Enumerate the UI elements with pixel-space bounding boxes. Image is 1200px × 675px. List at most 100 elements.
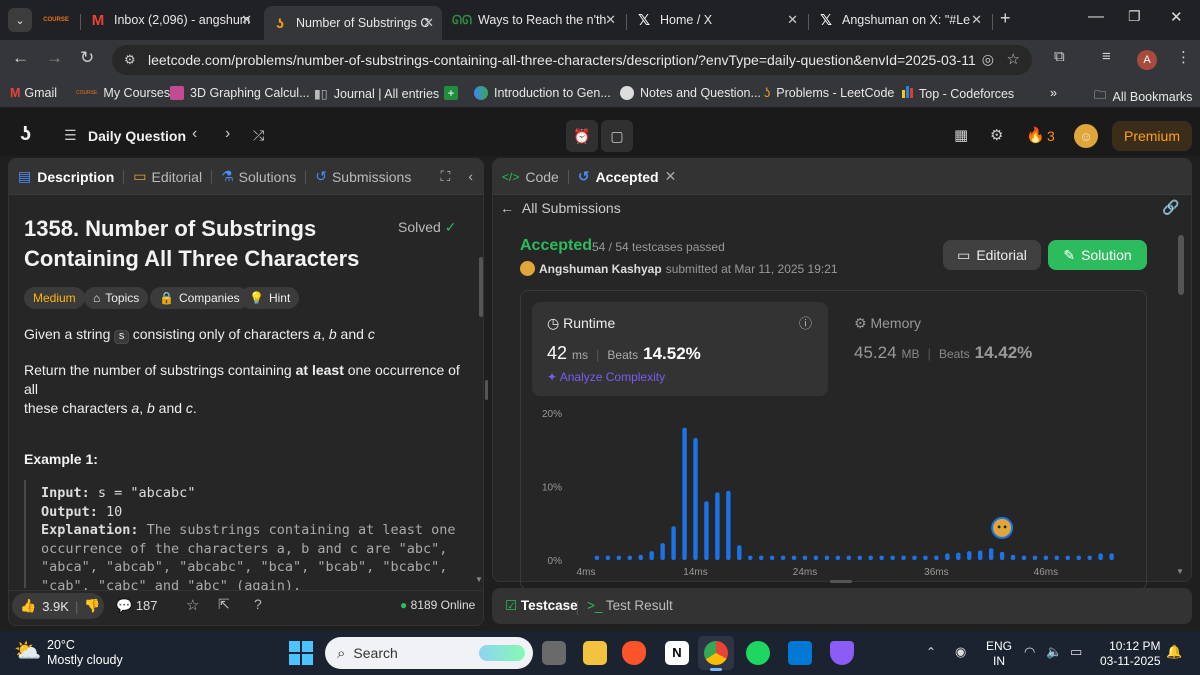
restore-icon[interactable]: ❐: [1128, 8, 1141, 25]
weather-icon[interactable]: ⛅: [14, 638, 41, 664]
bookmark-journal[interactable]: ▮▯ Journal | All entries: [314, 86, 439, 102]
all-submissions-link[interactable]: ← All Submissions: [500, 200, 621, 216]
shuffle-icon[interactable]: ⤮: [253, 127, 264, 144]
profile-avatar[interactable]: A: [1137, 50, 1157, 70]
testcase-tab[interactable]: ☑ Testcase: [505, 598, 578, 614]
extensions-icon[interactable]: ⧉: [1054, 48, 1065, 65]
info-icon[interactable]: ⓘ: [799, 313, 812, 332]
security-icon[interactable]: ◉: [955, 644, 966, 660]
solution-button[interactable]: ✎ Solution: [1048, 240, 1147, 270]
leetcode-logo-icon[interactable]: ʖ: [20, 123, 31, 146]
tab-solutions[interactable]: ⚗ Solutions: [212, 168, 305, 185]
taskbar-search[interactable]: ⌕ Search: [325, 637, 533, 669]
thumbs-down-icon[interactable]: 👎: [84, 598, 100, 614]
forward-arrow-icon[interactable]: →: [46, 48, 63, 68]
close-tab-icon[interactable]: ✕: [665, 168, 677, 185]
new-tab-icon[interactable]: +: [1000, 8, 1011, 29]
bookmark-my-courses[interactable]: COURSE My Courses: [76, 86, 170, 100]
brave-icon[interactable]: [622, 641, 646, 665]
notion-icon[interactable]: N: [665, 641, 689, 665]
tab-submissions[interactable]: ↺ Submissions: [306, 168, 420, 185]
chrome-icon[interactable]: [704, 641, 728, 665]
console-resize-handle[interactable]: [830, 580, 852, 583]
windows-start-icon[interactable]: [289, 641, 313, 665]
link-icon[interactable]: 🔗: [1162, 199, 1179, 216]
browser-tab-coursera[interactable]: COURSE: [40, 6, 80, 34]
next-problem-icon[interactable]: ›: [225, 125, 230, 143]
bookmark-intro-gen[interactable]: Introduction to Gen...: [474, 86, 611, 100]
volume-icon[interactable]: 🔈: [1046, 644, 1062, 660]
scrollbar-thumb[interactable]: [479, 257, 483, 317]
battery-icon[interactable]: ▭: [1070, 644, 1082, 660]
task-view-icon[interactable]: [542, 641, 566, 665]
tab-editorial[interactable]: ▭ Editorial: [124, 168, 211, 185]
gear-icon[interactable]: ⚙: [990, 126, 1003, 144]
browser-tab-x-home[interactable]: 𝕏 Home / X ✕: [628, 6, 806, 34]
panel-resize-handle[interactable]: [485, 380, 488, 400]
url-bar[interactable]: ⚙ leetcode.com/problems/number-of-substr…: [112, 45, 1032, 75]
reload-icon[interactable]: ↻: [80, 48, 94, 68]
language-indicator[interactable]: ENG IN: [986, 639, 1012, 669]
file-explorer-icon[interactable]: [583, 641, 607, 665]
tab-accepted[interactable]: ↺ Accepted ✕: [569, 168, 686, 185]
weather-widget[interactable]: 20°C Mostly cloudy: [47, 638, 123, 668]
bookmark-codeforces[interactable]: Top - Codeforces: [902, 86, 1014, 101]
comments-button[interactable]: 💬 187: [116, 598, 158, 614]
app-icon[interactable]: [830, 641, 854, 665]
browser-tab-gmail[interactable]: M Inbox (2,096) - angshum ✕: [82, 6, 260, 34]
premium-button[interactable]: Premium: [1112, 121, 1192, 151]
notifications-icon[interactable]: 🔔: [1166, 644, 1182, 660]
bookmark-plus[interactable]: +: [444, 86, 464, 100]
clock[interactable]: 10:12 PM 03-11-2025: [1100, 639, 1161, 669]
thumbs-up-icon[interactable]: 👍: [20, 598, 36, 614]
topics-tag[interactable]: ⌂ Topics: [84, 287, 149, 309]
minimize-icon[interactable]: —: [1088, 8, 1104, 26]
user-avatar[interactable]: ☺: [1074, 124, 1098, 148]
expand-icon[interactable]: ⛶: [441, 168, 451, 185]
tray-overflow-icon[interactable]: ⌃: [926, 645, 936, 659]
browser-tab-x-post[interactable]: 𝕏 Angshuman on X: "#Le ✕: [810, 6, 990, 34]
fire-streak-icon[interactable]: 🔥: [1026, 126, 1045, 144]
editorial-button[interactable]: ▭ Editorial: [943, 240, 1041, 270]
bookmark-notes[interactable]: Notes and Question...: [620, 86, 761, 100]
browser-tab-gfg[interactable]: ᘏᘏ Ways to Reach the n'th ✕: [446, 6, 624, 34]
vscode-icon[interactable]: [788, 641, 812, 665]
bookmarks-overflow[interactable]: »: [1050, 86, 1057, 100]
bookmark-desmos[interactable]: 3D Graphing Calcul...: [170, 86, 310, 100]
companies-tag[interactable]: 🔒 Companies: [150, 287, 249, 309]
close-tab-icon[interactable]: ✕: [971, 12, 982, 28]
daily-question-link[interactable]: Daily Question: [88, 128, 186, 144]
back-arrow-icon[interactable]: ←: [12, 48, 29, 68]
spotify-icon[interactable]: [746, 641, 770, 665]
window-close-icon[interactable]: ✕: [1170, 8, 1183, 26]
tab-search-chevron-icon[interactable]: ⌄: [8, 8, 32, 32]
submitter-name[interactable]: Angshuman Kashyap: [539, 262, 662, 276]
favorite-star-icon[interactable]: ☆: [186, 596, 199, 614]
tab-description[interactable]: ▤ Description: [9, 168, 123, 185]
scroll-down-arrow-icon[interactable]: ▼: [475, 575, 483, 584]
help-icon[interactable]: ?: [254, 596, 262, 612]
difficulty-badge[interactable]: Medium: [24, 287, 85, 309]
bookmark-leetcode[interactable]: ʖ Problems - LeetCode: [764, 86, 894, 100]
scrollbar-thumb[interactable]: [1178, 235, 1184, 295]
analyze-complexity-link[interactable]: ✦ Analyze Complexity: [547, 370, 665, 384]
collapse-chevron-icon[interactable]: ‹: [468, 168, 473, 185]
site-info-icon[interactable]: ⚙: [124, 52, 136, 68]
test-result-tab[interactable]: >_ Test Result: [587, 598, 673, 613]
media-icon[interactable]: ≡: [1102, 48, 1111, 65]
close-tab-icon[interactable]: ✕: [423, 15, 434, 31]
share-icon[interactable]: ⇱: [218, 596, 230, 613]
notes-icon[interactable]: ▢: [601, 120, 633, 152]
browser-tab-leetcode[interactable]: ʖ Number of Substrings C ✕: [264, 6, 442, 40]
wifi-icon[interactable]: ◠: [1024, 644, 1035, 660]
layout-grid-icon[interactable]: ▦: [954, 126, 968, 144]
star-icon[interactable]: ☆: [1007, 50, 1020, 68]
bookmark-gmail[interactable]: M Gmail: [10, 86, 57, 100]
prev-problem-icon[interactable]: ‹: [192, 125, 197, 143]
close-tab-icon[interactable]: ✕: [787, 12, 798, 28]
alarm-clock-icon[interactable]: ⏰: [566, 120, 598, 152]
scroll-down-arrow-icon[interactable]: ▼: [1176, 567, 1184, 576]
all-bookmarks[interactable]: 🗀 All Bookmarks: [1094, 86, 1192, 107]
eye-slash-icon[interactable]: ◎: [982, 51, 994, 68]
tab-code[interactable]: </> Code: [493, 169, 568, 185]
